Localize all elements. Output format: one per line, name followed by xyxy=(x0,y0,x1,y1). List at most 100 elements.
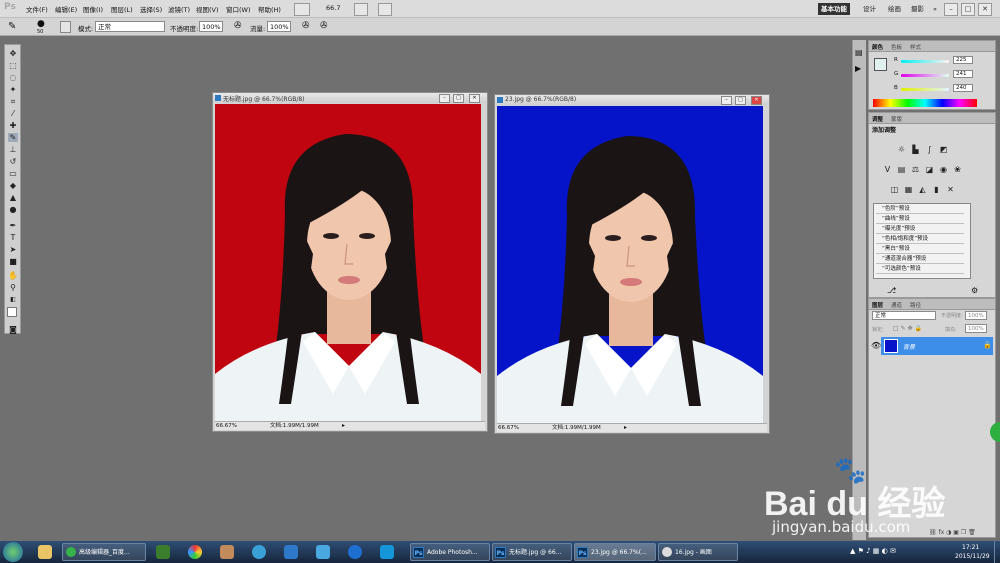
app-icon-4[interactable] xyxy=(252,545,266,559)
blend-mode-select[interactable]: 正常 xyxy=(872,311,936,320)
app-icon-5[interactable] xyxy=(284,545,298,559)
eyedropper-tool-icon[interactable]: ⁄ xyxy=(8,109,18,118)
preset-item[interactable]: “通道混合器”预设 xyxy=(876,255,964,264)
menu-file[interactable]: 文件(F) xyxy=(26,4,48,14)
foreground-color-swatch[interactable] xyxy=(7,307,17,317)
tray-icons[interactable]: ▲ ⚑ ♪ ▦ ◐ ✉ xyxy=(850,547,896,555)
minimize-icon[interactable]: – xyxy=(944,3,958,16)
photo-filter-icon[interactable]: ◉ xyxy=(939,165,948,174)
menu-edit[interactable]: 编辑(E) xyxy=(55,4,77,14)
doc-maximize-icon[interactable]: □ xyxy=(453,94,464,103)
doc-close-icon[interactable]: ✕ xyxy=(751,96,762,105)
portrait-photo-blue[interactable] xyxy=(497,106,763,425)
app-icon-2[interactable] xyxy=(188,545,202,559)
explorer-icon[interactable] xyxy=(38,545,52,559)
g-slider[interactable] xyxy=(901,74,949,77)
vibrance-icon[interactable]: V xyxy=(883,165,892,174)
brightness-icon[interactable]: ☼ xyxy=(897,145,906,154)
eraser-tool-icon[interactable]: ▭ xyxy=(8,169,18,178)
screen-mode-icon[interactable] xyxy=(378,3,392,16)
arrange-docs-icon[interactable] xyxy=(294,3,310,16)
channel-mixer-icon[interactable]: ❀ xyxy=(953,165,962,174)
brush-tool-icon[interactable]: ✎ xyxy=(8,133,18,142)
zoom-tool-icon[interactable]: ⚲ xyxy=(8,283,18,292)
zoom-readout[interactable]: 66.7 xyxy=(326,4,340,12)
preset-item[interactable]: “曲线”预设 xyxy=(876,215,964,224)
r-slider[interactable] xyxy=(901,60,949,63)
airbrush-icon[interactable]: ✇ xyxy=(234,21,242,31)
posterize-icon[interactable]: ▦ xyxy=(904,185,913,194)
workspace-photography[interactable]: 摄影 xyxy=(908,3,927,15)
color-ramp[interactable] xyxy=(873,99,977,107)
threshold-icon[interactable]: ◭ xyxy=(918,185,927,194)
lock-icons[interactable]: □ ✎ ✥ 🔒 xyxy=(893,325,922,332)
workspace-design[interactable]: 设计 xyxy=(860,3,879,15)
layer-row-background[interactable]: 背景 🔒 xyxy=(881,337,993,355)
marquee-tool-icon[interactable]: ⬚ xyxy=(8,61,18,70)
doc-minimize-icon[interactable]: – xyxy=(721,96,732,105)
type-tool-icon[interactable]: T xyxy=(8,233,18,242)
flow-input[interactable]: 100% xyxy=(267,21,291,32)
clone-stamp-tool-icon[interactable]: ⊥ xyxy=(8,145,18,154)
tab-styles[interactable]: 样式 xyxy=(910,43,921,51)
workspace-more[interactable]: » xyxy=(930,3,940,15)
default-colors-icon[interactable]: ◧ xyxy=(8,295,18,304)
history-brush-tool-icon[interactable]: ↺ xyxy=(8,157,18,166)
path-select-tool-icon[interactable]: ➤ xyxy=(8,245,18,254)
preset-item[interactable]: “色阶”预设 xyxy=(876,205,964,214)
brush-preset-icon[interactable]: ● xyxy=(37,19,45,29)
b-value[interactable]: 240 xyxy=(953,84,973,92)
hue-sat-icon[interactable]: ▤ xyxy=(897,165,906,174)
exposure-icon[interactable]: ◩ xyxy=(939,145,948,154)
doc-size-info[interactable]: 文档:1.99M/1.99M xyxy=(552,424,601,432)
menu-select[interactable]: 选择(S) xyxy=(140,4,162,14)
layer-opacity-input[interactable]: 100% xyxy=(965,311,987,320)
b-slider[interactable] xyxy=(901,88,949,91)
dodge-tool-icon[interactable]: ● xyxy=(8,205,18,214)
tab-channels[interactable]: 通道 xyxy=(891,301,902,309)
r-value[interactable]: 225 xyxy=(953,56,973,64)
doc-maximize-icon[interactable]: □ xyxy=(735,96,746,105)
doc-minimize-icon[interactable]: – xyxy=(439,94,450,103)
close-icon[interactable]: ✕ xyxy=(978,3,992,16)
show-desktop-button[interactable] xyxy=(994,541,1000,563)
menu-view[interactable]: 视图(V) xyxy=(196,4,219,14)
shape-tool-icon[interactable]: ■ xyxy=(8,257,18,266)
menu-window[interactable]: 窗口(W) xyxy=(226,4,251,14)
portrait-photo-red[interactable] xyxy=(215,104,481,423)
menu-filter[interactable]: 滤镜(T) xyxy=(168,4,190,14)
brush-panel-icon[interactable] xyxy=(60,21,71,33)
tablet-size-icon[interactable]: ✇ xyxy=(320,21,328,31)
maximize-icon[interactable]: □ xyxy=(961,3,975,16)
selective-color-icon[interactable]: ✕ xyxy=(946,185,955,194)
layer-name[interactable]: 背景 xyxy=(903,342,915,351)
doc-size-info[interactable]: 文档:1.99M/1.99M xyxy=(270,422,319,430)
app-icon-1[interactable] xyxy=(156,545,170,559)
levels-icon[interactable]: ▙ xyxy=(911,145,920,154)
document-titlebar[interactable]: 23.jpg @ 66.7%(RGB/8) – □ ✕ xyxy=(495,95,769,105)
curves-icon[interactable]: ∫ xyxy=(925,145,934,154)
color-balance-icon[interactable]: ⚖ xyxy=(911,165,920,174)
document-titlebar[interactable]: 无标题.jpg @ 66.7%(RGB/8) – □ ✕ xyxy=(213,93,487,103)
clip-adjust-icon[interactable]: ⎇ xyxy=(887,286,896,295)
app-icon-7[interactable] xyxy=(348,545,362,559)
foreground-color-swatch[interactable] xyxy=(874,58,887,71)
tab-masks[interactable]: 蒙版 xyxy=(891,115,902,123)
move-tool-icon[interactable]: ✥ xyxy=(8,49,18,58)
status-menu-arrow-icon[interactable]: ▸ xyxy=(624,424,627,432)
zoom-level[interactable]: 66.67% xyxy=(498,424,519,432)
tab-layers[interactable]: 图层 xyxy=(872,301,883,309)
tab-adjustments[interactable]: 调整 xyxy=(872,115,883,123)
app-icon-6[interactable] xyxy=(316,545,330,559)
document-window-1[interactable]: 无标题.jpg @ 66.7%(RGB/8) – □ ✕ 66.67% 文档:1… xyxy=(212,92,488,432)
quick-select-tool-icon[interactable]: ✦ xyxy=(8,85,18,94)
tab-color[interactable]: 颜色 xyxy=(872,43,883,51)
mode-select[interactable]: 正常 xyxy=(95,21,165,32)
hand-tool-icon[interactable]: ✋ xyxy=(8,271,18,280)
start-button[interactable] xyxy=(3,542,23,562)
workspace-painting[interactable]: 绘画 xyxy=(885,3,904,15)
preset-item[interactable]: “可选颜色”预设 xyxy=(876,265,964,274)
black-white-icon[interactable]: ◪ xyxy=(925,165,934,174)
visibility-eye-icon[interactable]: 👁 xyxy=(871,341,881,350)
menu-layer[interactable]: 图层(L) xyxy=(111,4,133,14)
